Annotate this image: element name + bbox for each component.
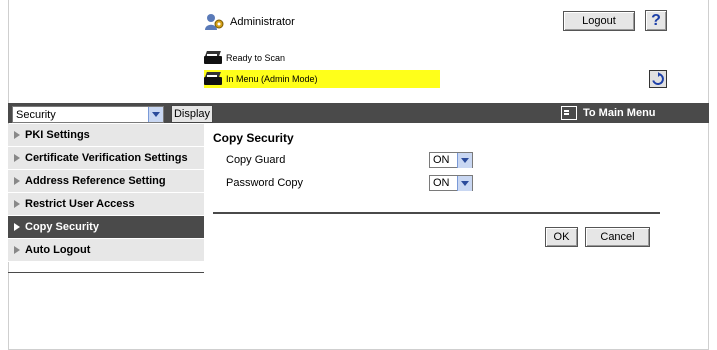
copy-guard-value: ON [433, 154, 450, 166]
content-divider [213, 212, 660, 214]
status-ready: Ready to Scan [204, 50, 285, 66]
sidebar-item-label: Restrict User Access [25, 198, 135, 210]
main-menu-icon [561, 106, 577, 120]
sidebar-divider [8, 272, 204, 273]
status-menu-text: In Menu (Admin Mode) [226, 74, 318, 84]
chevron-down-icon[interactable] [457, 175, 472, 191]
status-ready-text: Ready to Scan [226, 53, 286, 63]
sidebar-item-pki-settings[interactable]: PKI Settings [8, 124, 204, 147]
page-title: Copy Security [213, 131, 294, 145]
status-menu: In Menu (Admin Mode) [204, 70, 440, 88]
password-copy-value: ON [433, 177, 450, 189]
password-copy-label: Password Copy [226, 177, 304, 189]
help-button[interactable]: ? [645, 10, 667, 31]
arrow-right-icon [14, 246, 20, 254]
to-main-menu-link[interactable]: To Main Menu [561, 103, 656, 123]
category-select-value: Security [16, 108, 56, 121]
category-select[interactable]: Security [12, 106, 164, 123]
password-copy-row: Password Copy [226, 174, 303, 192]
sidebar-item-label: PKI Settings [25, 129, 90, 141]
sidebar-item-auto-logout[interactable]: Auto Logout [8, 239, 204, 262]
arrow-right-icon [14, 177, 20, 185]
cancel-button[interactable]: Cancel [585, 227, 650, 247]
refresh-button[interactable] [649, 70, 667, 88]
sidebar-item-restrict-user-access[interactable]: Restrict User Access [8, 193, 204, 216]
sidebar-item-label: Address Reference Setting [25, 175, 166, 187]
refresh-icon [652, 72, 664, 85]
password-copy-select[interactable]: ON [429, 175, 473, 191]
printer-icon [204, 72, 222, 86]
copy-guard-row: Copy Guard [226, 151, 285, 169]
copy-guard-select[interactable]: ON [429, 152, 473, 168]
user-label: Administrator [230, 16, 295, 28]
sidebar-item-label: Certificate Verification Settings [25, 152, 188, 164]
ok-button[interactable]: OK [545, 227, 578, 247]
sidebar: PKI Settings Certificate Verification Se… [8, 124, 204, 273]
admin-icon [204, 13, 224, 31]
chevron-down-icon[interactable] [457, 152, 472, 168]
user-indicator: Administrator [204, 13, 295, 31]
to-main-menu-label: To Main Menu [583, 107, 656, 119]
copy-guard-label: Copy Guard [226, 154, 286, 166]
sidebar-item-label: Copy Security [25, 221, 99, 233]
printer-icon [204, 51, 222, 65]
display-button[interactable]: Display [171, 105, 213, 123]
sidebar-item-certificate-verification[interactable]: Certificate Verification Settings [8, 147, 204, 170]
sidebar-item-copy-security[interactable]: Copy Security [8, 216, 204, 239]
help-icon: ? [651, 11, 661, 29]
sidebar-item-label: Auto Logout [25, 244, 91, 256]
arrow-right-icon [14, 131, 20, 139]
arrow-right-icon [14, 154, 20, 162]
sidebar-item-address-reference[interactable]: Address Reference Setting [8, 170, 204, 193]
arrow-right-icon [14, 200, 20, 208]
chevron-down-icon[interactable] [148, 107, 163, 122]
logout-button[interactable]: Logout [563, 11, 635, 31]
arrow-right-icon [14, 223, 20, 231]
